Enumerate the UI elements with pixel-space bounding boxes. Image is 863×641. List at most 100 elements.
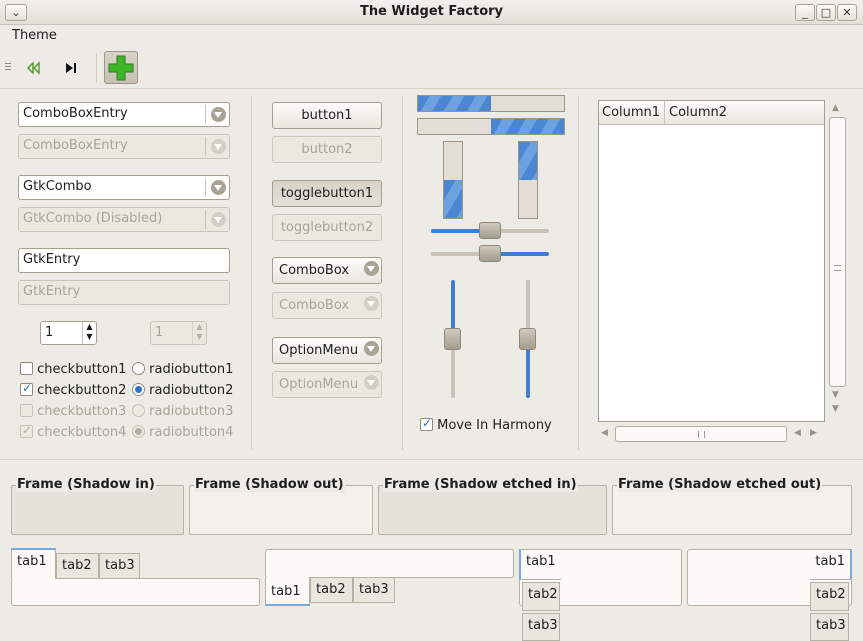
frame-shadow-in: Frame (Shadow in) bbox=[11, 477, 184, 535]
grip-icon bbox=[698, 431, 705, 438]
spin-button-disabled: 1 ▲ ▼ bbox=[150, 321, 207, 345]
notebook-top-tab1[interactable]: tab1 bbox=[11, 548, 56, 579]
notebook-bottom-tab2[interactable]: tab2 bbox=[310, 577, 353, 603]
notebook-top-page bbox=[11, 578, 260, 606]
radiobutton4-label: radiobutton4 bbox=[149, 425, 234, 440]
checkbutton2[interactable]: checkbutton2 bbox=[20, 381, 126, 398]
scroll-down-icon[interactable]: ▼ bbox=[832, 404, 839, 414]
button1[interactable]: button1 bbox=[272, 102, 382, 129]
rewind-icon[interactable] bbox=[26, 60, 42, 76]
tree-view[interactable]: Column1 Column2 bbox=[598, 100, 825, 422]
scroll-down-icon[interactable]: ▼ bbox=[832, 390, 839, 400]
maximize-button[interactable]: □ bbox=[816, 4, 836, 21]
add-button[interactable] bbox=[104, 51, 138, 84]
tree-hscrollbar[interactable]: ◀ ◀ ▶ bbox=[598, 425, 825, 443]
checkbutton1[interactable]: checkbutton1 bbox=[20, 362, 126, 377]
combo-box-entry-arrow[interactable] bbox=[205, 105, 227, 124]
radiobutton2[interactable]: radiobutton2 bbox=[132, 383, 233, 398]
radiobutton1-label: radiobutton1 bbox=[149, 362, 234, 377]
chevron-down-icon bbox=[364, 341, 379, 356]
togglebutton1[interactable]: togglebutton1 bbox=[272, 180, 382, 207]
optionmenu-disabled-arrow bbox=[359, 373, 381, 392]
move-in-harmony-check[interactable]: Move In Harmony bbox=[420, 416, 552, 433]
hscroll-thumb[interactable] bbox=[615, 426, 787, 442]
progress-fill bbox=[444, 180, 462, 218]
chevron-down-icon bbox=[211, 139, 226, 154]
chevron-down-icon bbox=[364, 261, 379, 276]
hscale1-thumb[interactable] bbox=[479, 222, 501, 239]
notebook-left-tab2[interactable]: tab2 bbox=[522, 582, 560, 611]
notebook-left-tab3[interactable]: tab3 bbox=[522, 613, 560, 641]
radio-icon bbox=[132, 404, 145, 417]
scroll-left-icon[interactable]: ◀ bbox=[601, 428, 608, 438]
radio-icon bbox=[132, 362, 145, 375]
radio-selected-icon bbox=[132, 425, 145, 438]
optionmenu-disabled: OptionMenu bbox=[272, 371, 382, 398]
combo-box-entry-disabled-arrow bbox=[205, 137, 227, 156]
close-button[interactable]: ✕ bbox=[837, 4, 857, 21]
combo-box-entry-disabled: ComboBoxEntry bbox=[18, 134, 230, 159]
hscale1[interactable] bbox=[431, 222, 549, 239]
notebook-top-tab2[interactable]: tab2 bbox=[56, 553, 99, 579]
notebook-top-tab3[interactable]: tab3 bbox=[99, 553, 140, 579]
notebook-right-tab3[interactable]: tab3 bbox=[810, 613, 849, 641]
notebook-bottom-tab3[interactable]: tab3 bbox=[353, 577, 395, 603]
scroll-left-icon[interactable]: ◀ bbox=[794, 428, 801, 438]
gtk-entry[interactable]: GtkEntry bbox=[18, 248, 230, 273]
chevron-down-icon bbox=[364, 296, 379, 311]
spin-arrows[interactable]: ▲ ▼ bbox=[82, 322, 96, 344]
checkbutton1-label: checkbutton1 bbox=[37, 362, 127, 377]
combobox[interactable]: ComboBox bbox=[272, 257, 382, 284]
notebook-bottom-tab1[interactable]: tab1 bbox=[265, 577, 310, 606]
progress-fill bbox=[491, 119, 564, 134]
section-separator bbox=[0, 459, 863, 460]
vscale2-thumb[interactable] bbox=[519, 328, 536, 350]
checkbutton4-label: checkbutton4 bbox=[37, 425, 127, 440]
tree-vscrollbar[interactable]: ▲ ▼ ▼ bbox=[828, 100, 847, 422]
radiobutton4: radiobutton4 bbox=[132, 425, 233, 440]
progress-bar-v1 bbox=[443, 141, 463, 219]
chevron-down-icon bbox=[211, 180, 226, 195]
column-separator bbox=[402, 96, 403, 450]
column1-header[interactable]: Column1 bbox=[599, 101, 665, 124]
hscale2[interactable] bbox=[431, 245, 549, 262]
gtk-combo-text: GtkCombo bbox=[23, 179, 92, 194]
radiobutton2-label: radiobutton2 bbox=[149, 383, 234, 398]
gtk-combo[interactable]: GtkCombo bbox=[18, 175, 230, 200]
gtk-combo-arrow[interactable] bbox=[205, 178, 227, 197]
vscale1-thumb[interactable] bbox=[444, 328, 461, 350]
progress-fill bbox=[418, 96, 491, 111]
vscale1[interactable] bbox=[444, 280, 461, 398]
button2: button2 bbox=[272, 136, 382, 163]
checkbutton3: checkbutton3 bbox=[20, 404, 126, 419]
radiobutton1[interactable]: radiobutton1 bbox=[132, 362, 233, 377]
tree-header: Column1 Column2 bbox=[599, 101, 824, 125]
scroll-right-icon[interactable]: ▶ bbox=[810, 428, 817, 438]
spin-button-value: 1 bbox=[45, 325, 54, 340]
optionmenu[interactable]: OptionMenu bbox=[272, 337, 382, 364]
menu-bar: Theme bbox=[0, 25, 863, 47]
combo-box-entry-disabled-text: ComboBoxEntry bbox=[23, 138, 128, 153]
title-bar: ⌄ The Widget Factory _ □ ✕ bbox=[0, 0, 863, 25]
window-title: The Widget Factory bbox=[359, 4, 504, 19]
vscale2[interactable] bbox=[519, 280, 536, 398]
scroll-up-icon[interactable]: ▲ bbox=[832, 103, 839, 113]
notebook-right-tab1[interactable]: tab1 bbox=[810, 549, 852, 580]
checkbox-checked-icon bbox=[420, 416, 433, 431]
combo-box-entry[interactable]: ComboBoxEntry bbox=[18, 102, 230, 127]
radiobutton3: radiobutton3 bbox=[132, 404, 233, 419]
vscroll-thumb[interactable] bbox=[829, 117, 846, 387]
progress-fill bbox=[519, 142, 537, 180]
spin-button[interactable]: 1 ▲ ▼ bbox=[40, 321, 97, 345]
column2-header[interactable]: Column2 bbox=[666, 101, 824, 124]
grip-icon[interactable] bbox=[5, 61, 13, 73]
menu-theme[interactable]: Theme bbox=[12, 28, 57, 43]
toolbar bbox=[0, 47, 863, 89]
hscale2-thumb[interactable] bbox=[479, 245, 501, 262]
skip-forward-icon[interactable] bbox=[63, 60, 79, 76]
notebook-left-tab1[interactable]: tab1 bbox=[519, 549, 561, 580]
minimize-button[interactable]: _ bbox=[795, 4, 815, 21]
notebook-right-tab2[interactable]: tab2 bbox=[810, 582, 849, 611]
radiobutton3-label: radiobutton3 bbox=[149, 404, 234, 419]
gtk-combo-disabled-arrow bbox=[205, 210, 227, 229]
